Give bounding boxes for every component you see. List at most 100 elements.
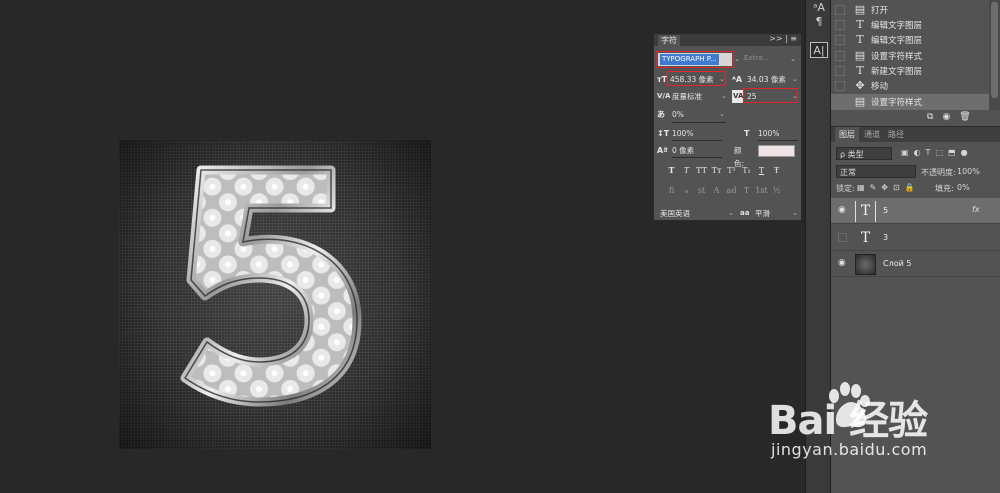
- history-item[interactable]: ✥ 移动: [831, 78, 989, 94]
- fill-label: 填充:: [935, 184, 954, 193]
- adjustment-filter-icon[interactable]: ◐: [914, 148, 926, 157]
- layer-name: 3: [883, 233, 889, 242]
- baseline-shift-value: 0 像素: [672, 146, 695, 155]
- tsume-icon: あ: [657, 110, 665, 119]
- layer-row-text-5[interactable]: ◉ T 5 fx: [831, 198, 1000, 224]
- layer-name: 5: [883, 206, 889, 215]
- history-item[interactable]: T 编辑文字图层: [831, 17, 989, 33]
- blend-mode-select[interactable]: 正常: [836, 165, 916, 178]
- fill-value[interactable]: 0%: [957, 183, 970, 192]
- text-layer-thumbnail: T: [855, 201, 876, 222]
- history-item[interactable]: ▤ 打开: [831, 2, 989, 18]
- camera-icon[interactable]: ◉: [942, 112, 959, 122]
- tab-paths[interactable]: 路径: [888, 129, 904, 140]
- history-item-selected[interactable]: ▤ 设置字符样式: [831, 94, 989, 110]
- history-panel[interactable]: ▤ 打开 T 编辑文字图层 T 编辑文字图层 ▤ 设置字符样式 T 新建文字图层…: [831, 0, 1000, 124]
- vertical-scale-field[interactable]: 100%: [672, 127, 722, 140]
- titling-alternates-button[interactable]: T: [739, 186, 754, 195]
- lock-transparency-icon[interactable]: ▦: [857, 183, 870, 192]
- lock-paint-icon[interactable]: ✎: [870, 183, 882, 192]
- superscript-button[interactable]: T¹: [724, 166, 739, 175]
- antialias-icon: aa: [740, 209, 750, 217]
- language-select[interactable]: 美国英语 ⌄: [660, 207, 734, 220]
- swash-button[interactable]: A: [709, 186, 724, 195]
- layer-row-image[interactable]: ◉ Слой 5: [831, 251, 1000, 277]
- highlight-box: [667, 71, 726, 86]
- leading-field[interactable]: 34.03 像素 ⌄: [747, 73, 799, 86]
- shape-filter-icon[interactable]: ⬚: [935, 148, 948, 157]
- chevron-down-icon[interactable]: ⌄: [728, 207, 734, 220]
- horizontal-scale-field[interactable]: 100%: [758, 127, 798, 140]
- lock-position-icon[interactable]: ✥: [881, 183, 893, 192]
- underline-button[interactable]: T: [754, 166, 769, 175]
- history-item[interactable]: T 编辑文字图层: [831, 32, 989, 48]
- new-document-from-state-icon[interactable]: ⧉: [927, 112, 942, 122]
- opacity-value[interactable]: 100%: [957, 167, 980, 176]
- subscript-button[interactable]: T₁: [739, 166, 754, 175]
- ligature-button[interactable]: fi: [664, 186, 679, 195]
- vertical-scale-icon: ↕T: [657, 129, 670, 138]
- kerning-value: 度量标准: [672, 92, 702, 101]
- layer-effects-icon[interactable]: fx: [972, 205, 980, 214]
- small-caps-button[interactable]: Tт: [709, 166, 724, 175]
- kerning-icon: V/A: [657, 92, 671, 100]
- antialias-value: 平滑: [755, 209, 770, 218]
- chevron-down-icon[interactable]: ⌄: [792, 73, 798, 86]
- history-item[interactable]: T 新建文字图层: [831, 63, 989, 79]
- lock-label: 锁定:: [836, 184, 855, 193]
- pixel-filter-icon[interactable]: ▣: [901, 148, 914, 157]
- eye-icon[interactable]: ◉: [838, 206, 848, 215]
- document-canvas[interactable]: [119, 140, 431, 449]
- history-scrollbar[interactable]: [989, 0, 1000, 110]
- smart-object-filter-icon[interactable]: ⬒: [948, 148, 961, 157]
- layer-filter-icons: ▣◐T⬚⬒●: [901, 148, 973, 157]
- visibility-toggle[interactable]: [838, 233, 847, 242]
- ordinals-button[interactable]: 1st: [754, 186, 769, 195]
- chevron-down-icon[interactable]: ⌄: [721, 90, 727, 103]
- chevron-down-icon[interactable]: ⌄: [792, 207, 798, 220]
- baidu-jingyan-watermark: Bai 经验 jingyan.baidu.com: [768, 382, 928, 459]
- character-panel-header: 字符 >> | ≡: [654, 34, 801, 46]
- lock-all-icon[interactable]: 🔒: [905, 183, 920, 192]
- faux-italic-button[interactable]: T: [679, 166, 694, 175]
- history-item[interactable]: ▤ 设置字符样式: [831, 48, 989, 64]
- type-filter-icon[interactable]: T: [926, 148, 936, 157]
- trash-icon[interactable]: 🗑: [959, 112, 979, 122]
- eye-icon[interactable]: ◉: [838, 259, 848, 268]
- character-panel[interactable]: 字符 >> | ≡ TYPOGRAPH P... ⌄ Extra... ⌄ ᴛT…: [653, 33, 802, 221]
- color-label: 颜色:: [734, 146, 745, 168]
- discretionary-ligature-button[interactable]: st: [694, 186, 709, 195]
- faux-bold-button[interactable]: T: [664, 165, 679, 175]
- filter-toggle-icon[interactable]: ●: [961, 148, 973, 157]
- layer-filter-select[interactable]: ρ 类型: [836, 147, 892, 160]
- tab-layers[interactable]: 图层: [835, 127, 859, 142]
- strikethrough-button[interactable]: Ŧ: [769, 166, 784, 175]
- contextual-alternates-button[interactable]: ℴ: [679, 186, 694, 195]
- blend-mode-value: 正常: [840, 168, 856, 177]
- character-panel-title: 字符: [658, 35, 680, 46]
- leading-icon: ᴬA: [732, 75, 743, 84]
- kerning-field[interactable]: 度量标准 ⌄: [672, 90, 728, 103]
- antialias-select[interactable]: 平滑 ⌄: [755, 207, 799, 220]
- document-icon: ▤: [854, 3, 866, 16]
- paragraph-icon[interactable]: ¶: [810, 14, 828, 30]
- tab-channels[interactable]: 通道: [864, 129, 880, 140]
- chevron-down-icon[interactable]: ⌄: [719, 108, 725, 121]
- text-color-swatch[interactable]: [758, 145, 795, 157]
- lock-artboard-icon[interactable]: ⊡: [893, 183, 905, 192]
- leading-value: 34.03 像素: [747, 75, 786, 84]
- language-value: 美国英语: [660, 209, 690, 218]
- layer-row-text-3[interactable]: T 3: [831, 225, 1000, 251]
- tsume-field[interactable]: 0% ⌄: [672, 108, 726, 121]
- panel-menu-icon[interactable]: >> | ≡: [769, 34, 797, 43]
- horizontal-scale-icon: T: [744, 129, 750, 138]
- baseline-shift-field[interactable]: 0 像素: [672, 144, 722, 157]
- font-style-select[interactable]: Extra...: [744, 54, 769, 62]
- all-caps-button[interactable]: TT: [694, 166, 709, 175]
- character-panel-icon[interactable]: A|: [810, 42, 828, 58]
- chevron-down-icon[interactable]: ⌄: [734, 53, 740, 66]
- chrome-number-artwork: [180, 165, 362, 407]
- chevron-down-icon[interactable]: ⌄: [790, 53, 796, 66]
- stylistic-alternates-button[interactable]: ad: [724, 186, 739, 195]
- fractions-button[interactable]: ½: [769, 186, 784, 195]
